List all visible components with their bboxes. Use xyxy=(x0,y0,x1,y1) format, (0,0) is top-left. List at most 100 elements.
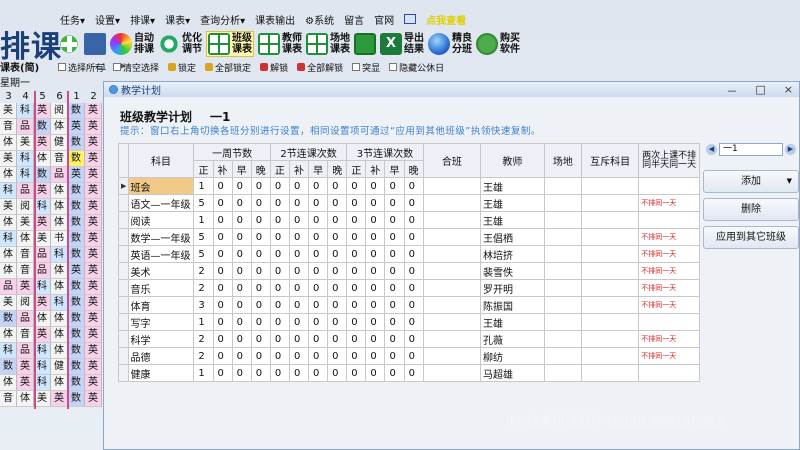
count-cell[interactable]: 2 xyxy=(193,330,214,348)
optimize-button[interactable]: 优化 调节 xyxy=(158,33,202,55)
count-cell[interactable]: 0 xyxy=(269,245,290,263)
count-cell[interactable]: 0 xyxy=(346,194,367,212)
count-cell[interactable]: 0 xyxy=(212,177,233,195)
schedule-cell[interactable]: 数 xyxy=(0,359,17,375)
conflict-cell[interactable]: 不排同一天 xyxy=(638,245,700,263)
highlight-button[interactable]: 突显 xyxy=(352,61,380,74)
unlock-all-button[interactable]: 全部解锁 xyxy=(297,61,343,74)
count-cell[interactable]: 0 xyxy=(288,228,310,246)
schedule-cell[interactable]: 科 xyxy=(51,247,68,263)
schedule-cell[interactable]: 英 xyxy=(85,215,102,231)
schedule-cell[interactable]: 科 xyxy=(0,343,17,359)
schedule-cell[interactable]: 音 xyxy=(17,327,34,343)
subject-cell[interactable]: 班会 xyxy=(127,177,195,195)
count-cell[interactable]: 0 xyxy=(403,296,424,314)
subject-cell[interactable]: 写字 xyxy=(127,313,195,331)
count-cell[interactable]: 0 xyxy=(308,347,329,365)
menu-settings[interactable]: 设置▾ xyxy=(95,12,120,27)
count-cell[interactable]: 0 xyxy=(269,279,290,297)
schedule-cell[interactable]: 科 xyxy=(34,279,51,295)
venue-cell[interactable] xyxy=(543,364,582,382)
lock-button[interactable]: 锁定 xyxy=(168,61,196,74)
schedule-cell[interactable]: 数 xyxy=(68,247,85,263)
count-cell[interactable]: 0 xyxy=(250,313,271,331)
count-cell[interactable]: 0 xyxy=(403,313,424,331)
teacher-cell[interactable]: 马超雄 xyxy=(480,364,545,382)
schedule-cell[interactable]: 科 xyxy=(17,167,34,183)
schedule-cell[interactable]: 体 xyxy=(0,375,17,391)
merged-class-cell[interactable] xyxy=(422,245,482,263)
hide-holiday-checkbox[interactable]: 隐藏公休日 xyxy=(389,61,444,74)
next-class-icon[interactable]: ▶ xyxy=(785,143,796,155)
menu-query[interactable]: 查询分析▾ xyxy=(200,12,245,27)
schedule-cell[interactable]: 英 xyxy=(85,391,102,407)
count-cell[interactable]: 0 xyxy=(365,177,386,195)
venue-cell[interactable] xyxy=(543,228,582,246)
chevron-down-icon[interactable]: ▼ xyxy=(787,171,792,192)
count-cell[interactable]: 0 xyxy=(288,347,310,365)
schedule-cell[interactable]: 英 xyxy=(34,295,51,311)
count-cell[interactable]: 0 xyxy=(212,330,233,348)
schedule-cell[interactable]: 英 xyxy=(51,391,68,407)
count-cell[interactable]: 5 xyxy=(193,194,214,212)
venue-cell[interactable] xyxy=(543,313,582,331)
count-cell[interactable]: 0 xyxy=(327,228,348,246)
schedule-cell[interactable]: 体 xyxy=(51,183,68,199)
count-cell[interactable]: 0 xyxy=(231,211,252,229)
count-cell[interactable]: 0 xyxy=(365,262,386,280)
merged-class-cell[interactable] xyxy=(422,364,482,382)
count-cell[interactable]: 0 xyxy=(231,364,252,382)
exclusive-cell[interactable] xyxy=(580,330,640,348)
schedule-cell[interactable]: 科 xyxy=(17,151,34,167)
teacher-cell[interactable]: 罗开明 xyxy=(480,279,545,297)
schedule-cell[interactable]: 体 xyxy=(0,247,17,263)
count-cell[interactable]: 0 xyxy=(231,330,252,348)
schedule-cell[interactable]: 健 xyxy=(51,135,68,151)
maximize-button[interactable]: □ xyxy=(755,83,765,99)
schedule-cell[interactable]: 体 xyxy=(34,151,51,167)
venue-schedule-button[interactable]: 场地 课表 xyxy=(306,33,350,55)
count-cell[interactable]: 0 xyxy=(308,245,329,263)
count-cell[interactable]: 0 xyxy=(308,228,329,246)
count-cell[interactable]: 0 xyxy=(269,347,290,365)
merged-class-cell[interactable] xyxy=(422,279,482,297)
schedule-cell[interactable]: 体 xyxy=(0,135,17,151)
schedule-cell[interactable]: 英 xyxy=(85,279,102,295)
schedule-cell[interactable]: 体 xyxy=(51,119,68,135)
count-cell[interactable]: 0 xyxy=(288,279,310,297)
merged-class-cell[interactable] xyxy=(422,177,482,195)
merged-class-cell[interactable] xyxy=(422,262,482,280)
subject-cell[interactable]: 品德 xyxy=(127,347,195,365)
count-cell[interactable]: 0 xyxy=(288,211,310,229)
count-cell[interactable]: 0 xyxy=(250,211,271,229)
schedule-cell[interactable]: 科 xyxy=(17,103,34,119)
count-cell[interactable]: 0 xyxy=(250,296,271,314)
subject-cell[interactable]: 英语—一年级 xyxy=(127,245,195,263)
schedule-cell[interactable]: 英 xyxy=(34,215,51,231)
schedule-cell[interactable]: 阅 xyxy=(17,199,34,215)
menu-notice[interactable]: 点我查看 xyxy=(426,12,466,27)
schedule-cell[interactable]: 美 xyxy=(0,295,17,311)
count-cell[interactable]: 0 xyxy=(212,296,233,314)
schedule-cell[interactable]: 数 xyxy=(68,151,85,167)
count-cell[interactable]: 0 xyxy=(269,177,290,195)
schedule-cell[interactable]: 英 xyxy=(85,295,102,311)
schedule-cell[interactable]: 英 xyxy=(85,263,102,279)
save-button[interactable] xyxy=(354,33,376,55)
schedule-cell[interactable]: 品 xyxy=(34,247,51,263)
count-cell[interactable]: 0 xyxy=(403,211,424,229)
venue-cell[interactable] xyxy=(543,177,582,195)
schedule-cell[interactable]: 科 xyxy=(0,231,17,247)
count-cell[interactable]: 0 xyxy=(365,296,386,314)
merged-class-cell[interactable] xyxy=(422,194,482,212)
schedule-cell[interactable]: 数 xyxy=(68,279,85,295)
venue-cell[interactable] xyxy=(543,262,582,280)
count-cell[interactable]: 0 xyxy=(403,245,424,263)
class-select-input[interactable]: 一1 xyxy=(719,142,783,156)
count-cell[interactable]: 0 xyxy=(250,262,271,280)
schedule-cell[interactable]: 品 xyxy=(17,119,34,135)
schedule-cell[interactable]: 音 xyxy=(17,263,34,279)
merged-class-cell[interactable] xyxy=(422,211,482,229)
count-cell[interactable]: 0 xyxy=(231,313,252,331)
count-cell[interactable]: 0 xyxy=(308,296,329,314)
